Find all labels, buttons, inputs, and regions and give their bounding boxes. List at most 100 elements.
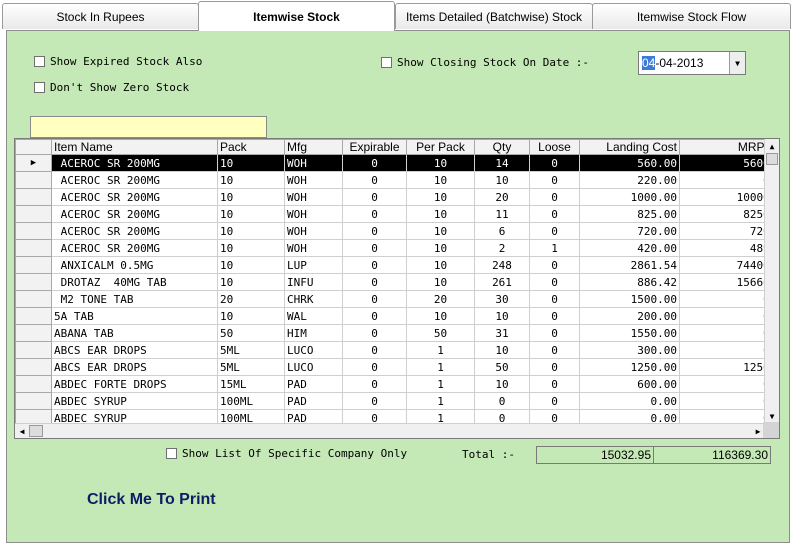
cell-expirable[interactable]: 0 [342, 307, 407, 325]
cell-name[interactable]: ANXICALM 0.5MG [51, 256, 218, 274]
cell-qty[interactable]: 261 [474, 273, 530, 291]
specific-company-option[interactable]: Show List Of Specific Company Only [166, 447, 407, 460]
specific-company-checkbox[interactable] [166, 448, 177, 459]
cell-pack[interactable]: 10 [217, 239, 285, 257]
row-indicator[interactable] [15, 375, 52, 393]
cell-landing[interactable]: 1250.00 [579, 358, 680, 376]
cell-name[interactable]: M2 TONE TAB [51, 290, 218, 308]
cell-mfg[interactable]: PAD [284, 375, 343, 393]
cell-name[interactable]: ABANA TAB [51, 324, 218, 342]
col-mfg[interactable]: Mfg [284, 139, 343, 155]
grid-horizontal-scrollbar[interactable]: ◀ ▶ [15, 423, 765, 438]
cell-expirable[interactable]: 0 [342, 341, 407, 359]
cell-qty[interactable]: 31 [474, 324, 530, 342]
col-item-name[interactable]: Item Name [51, 139, 218, 155]
closing-date-picker[interactable]: 04-04-2013 ▼ [638, 51, 746, 75]
table-row[interactable]: M2 TONE TAB20CHRK0203001500.000.0 [15, 290, 779, 308]
show-closing-checkbox[interactable] [381, 57, 392, 68]
cell-name[interactable]: ACEROC SR 200MG [51, 188, 218, 206]
table-row[interactable]: 5A TAB10WAL010100200.000.0 [15, 307, 779, 325]
cell-per-pack[interactable]: 10 [406, 256, 475, 274]
cell-loose[interactable]: 0 [529, 154, 580, 172]
cell-expirable[interactable]: 0 [342, 273, 407, 291]
cell-qty[interactable]: 10 [474, 375, 530, 393]
cell-pack[interactable]: 15ML [217, 375, 285, 393]
cell-loose[interactable]: 0 [529, 341, 580, 359]
grid-vertical-scrollbar[interactable]: ▲ ▼ [764, 139, 779, 423]
cell-mfg[interactable]: LUCO [284, 358, 343, 376]
col-landing-cost[interactable]: Landing Cost [579, 139, 680, 155]
closing-date-value[interactable]: 04-04-2013 [639, 56, 729, 70]
cell-loose[interactable]: 1 [529, 239, 580, 257]
cell-name[interactable]: ABCS EAR DROPS [51, 358, 218, 376]
cell-per-pack[interactable]: 20 [406, 290, 475, 308]
table-row[interactable]: DROTAZ 40MG TAB 10 INFU 0 10 261 0 886.42 15660.… [15, 273, 779, 291]
cell-pack[interactable]: 20 [217, 290, 285, 308]
cell-pack[interactable]: 10 [217, 273, 285, 291]
cell-pack[interactable]: 10 [217, 188, 285, 206]
show-expired-option[interactable]: Show Expired Stock Also [34, 55, 202, 68]
cell-mfg[interactable]: WOH [284, 171, 343, 189]
cell-loose[interactable]: 0 [529, 324, 580, 342]
col-qty[interactable]: Qty [474, 139, 530, 155]
cell-per-pack[interactable]: 1 [406, 375, 475, 393]
cell-name[interactable]: ABCS EAR DROPS [51, 341, 218, 359]
cell-expirable[interactable]: 0 [342, 171, 407, 189]
table-row[interactable]: ACEROC SR 200MG10WOH01021420.00489.3 [15, 239, 779, 257]
cell-landing[interactable]: 2861.54 [579, 256, 680, 274]
row-indicator[interactable] [15, 273, 52, 291]
cell-name[interactable]: ACEROC SR 200MG [51, 239, 218, 257]
cell-loose[interactable]: 0 [529, 171, 580, 189]
cell-per-pack[interactable]: 1 [406, 392, 475, 410]
dont-show-zero-option[interactable]: Don't Show Zero Stock [34, 81, 189, 94]
cell-name[interactable]: ACEROC SR 200MG [51, 222, 218, 240]
print-button[interactable]: Click Me To Print [87, 491, 216, 509]
col-expirable[interactable]: Expirable [342, 139, 407, 155]
cell-pack[interactable]: 10 [217, 171, 285, 189]
table-row[interactable]: ▶ ACEROC SR 200MG 10 WOH 0 10 14 0 560.00 5600.0 [15, 154, 779, 172]
cell-landing[interactable]: 200.00 [579, 307, 680, 325]
row-indicator[interactable] [15, 239, 52, 257]
cell-expirable[interactable]: 0 [342, 375, 407, 393]
chevron-down-icon[interactable]: ▼ [729, 52, 745, 74]
cell-pack[interactable]: 10 [217, 256, 285, 274]
cell-qty[interactable]: 10 [474, 341, 530, 359]
cell-per-pack[interactable]: 10 [406, 154, 475, 172]
cell-qty[interactable]: 11 [474, 205, 530, 223]
cell-pack[interactable]: 50 [217, 324, 285, 342]
cell-mfg[interactable]: INFU [284, 273, 343, 291]
col-per-pack[interactable]: Per Pack [406, 139, 475, 155]
cell-name[interactable]: ACEROC SR 200MG [51, 171, 218, 189]
cell-loose[interactable]: 0 [529, 290, 580, 308]
cell-mfg[interactable]: WOH [284, 222, 343, 240]
cell-pack[interactable]: 10 [217, 222, 285, 240]
cell-per-pack[interactable]: 10 [406, 307, 475, 325]
cell-per-pack[interactable]: 10 [406, 171, 475, 189]
cell-mfg[interactable]: HIM [284, 324, 343, 342]
tab-itemwise-stock[interactable]: Itemwise Stock [198, 1, 395, 31]
show-closing-option[interactable]: Show Closing Stock On Date :- [381, 56, 589, 69]
table-row[interactable]: ABDEC SYRUP100MLPAD01000.000.0 [15, 392, 779, 410]
tab-items-detailed-batchwise-stock[interactable]: Items Detailed (Batchwise) Stock [395, 3, 593, 29]
cell-loose[interactable]: 0 [529, 307, 580, 325]
cell-mfg[interactable]: PAD [284, 392, 343, 410]
row-indicator[interactable] [15, 256, 52, 274]
cell-mfg[interactable]: WOH [284, 188, 343, 206]
cell-expirable[interactable]: 0 [342, 256, 407, 274]
table-row[interactable]: ABCS EAR DROPS 5ML LUCO 0 1 50 0 1250.00 1250.0 [15, 358, 779, 376]
vertical-scroll-thumb[interactable] [766, 153, 778, 165]
table-row[interactable]: ACEROC SR 200MG 10 WOH 0 10 11 0 825.00 8250.0 [15, 205, 779, 223]
tab-stock-in-rupees[interactable]: Stock In Rupees [2, 3, 199, 29]
cell-expirable[interactable]: 0 [342, 188, 407, 206]
cell-mfg[interactable]: WAL [284, 307, 343, 325]
cell-qty[interactable]: 0 [474, 392, 530, 410]
table-row[interactable]: ABANA TAB50HIM0503101550.000.0 [15, 324, 779, 342]
cell-landing[interactable]: 825.00 [579, 205, 680, 223]
cell-landing[interactable]: 1500.00 [579, 290, 680, 308]
table-row[interactable]: ABCS EAR DROPS5MLLUCO01100300.000.0 [15, 341, 779, 359]
cell-mfg[interactable]: WOH [284, 205, 343, 223]
cell-expirable[interactable]: 0 [342, 239, 407, 257]
item-search-input[interactable] [30, 116, 267, 138]
col-loose[interactable]: Loose [529, 139, 580, 155]
cell-qty[interactable]: 2 [474, 239, 530, 257]
